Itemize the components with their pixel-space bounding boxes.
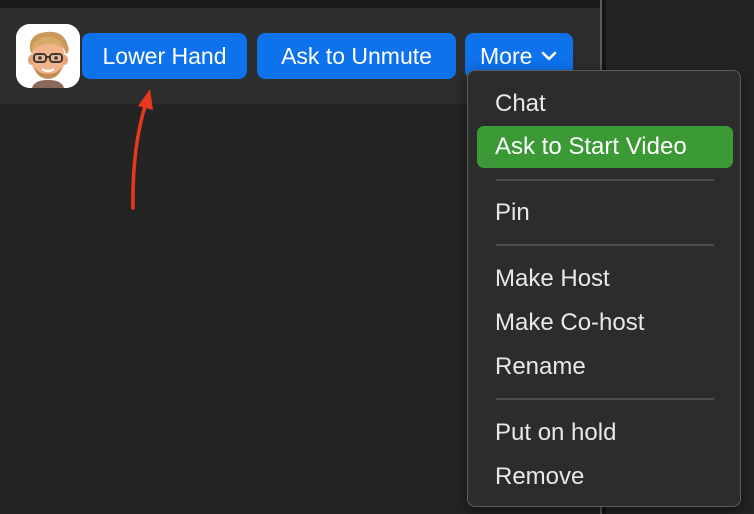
chevron-down-icon (541, 51, 557, 61)
menu-item-remove[interactable]: Remove (477, 456, 733, 498)
memoji-avatar-icon[interactable] (16, 24, 80, 88)
menu-separator (496, 398, 714, 400)
menu-item-pin[interactable]: Pin (477, 192, 733, 234)
top-strip (0, 0, 600, 8)
ask-to-unmute-button[interactable]: Ask to Unmute (257, 33, 456, 79)
red-arrow-icon (131, 89, 153, 210)
lower-hand-button[interactable]: Lower Hand (82, 33, 247, 79)
menu-item-put-on-hold[interactable]: Put on hold (477, 412, 733, 454)
menu-separator (496, 179, 714, 181)
menu-item-chat[interactable]: Chat (477, 83, 733, 125)
avatar-face-icon (16, 24, 80, 88)
menu-item-make-co-host[interactable]: Make Co-host (477, 302, 733, 344)
more-button-label: More (480, 43, 533, 69)
more-dropdown-menu: Chat Ask to Start Video Pin Make Host Ma… (467, 70, 741, 507)
menu-separator (496, 244, 714, 246)
menu-item-rename[interactable]: Rename (477, 346, 733, 388)
zoom-participants-panel: Lower Hand Ask to Unmute More Chat Ask t… (0, 0, 754, 514)
menu-item-make-host[interactable]: Make Host (477, 258, 733, 300)
menu-item-ask-to-start-video[interactable]: Ask to Start Video (477, 126, 733, 168)
